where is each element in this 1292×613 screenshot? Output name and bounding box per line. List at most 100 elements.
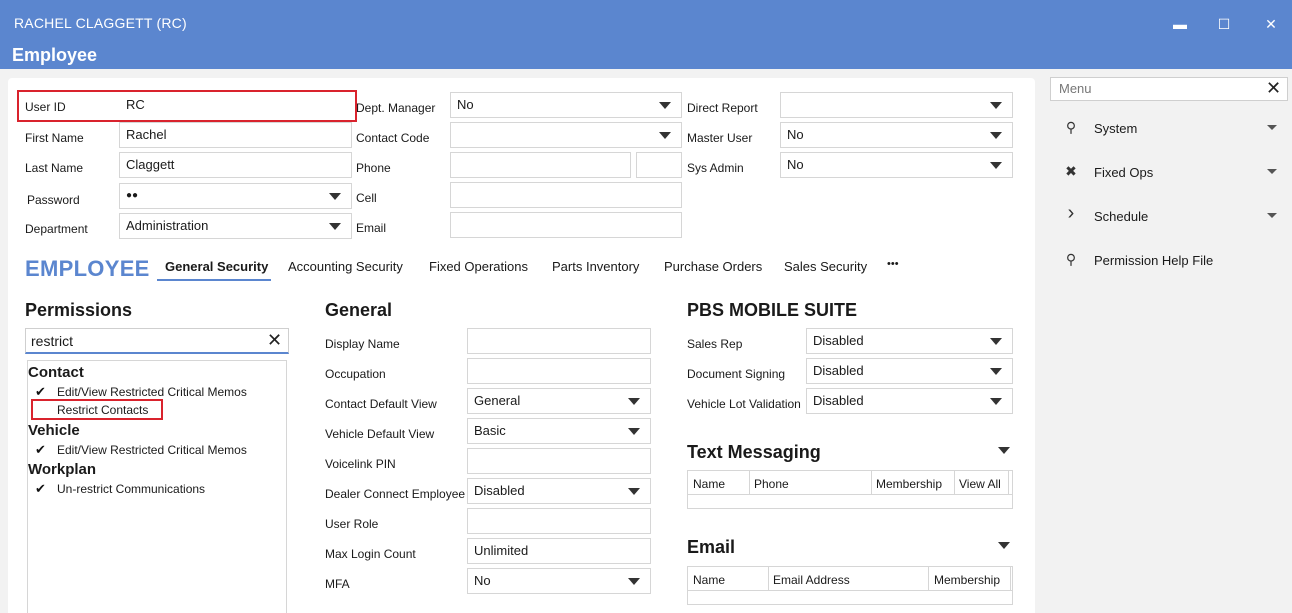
menu-item-schedule[interactable]: Schedule [1094,209,1148,224]
direct-report-select[interactable] [780,92,1013,118]
password-label: Password [27,193,80,207]
user-role-field[interactable] [467,508,651,534]
side-menu-panel [1048,78,1292,613]
department-select[interactable]: Administration [119,213,352,239]
phone-field[interactable] [450,152,631,178]
max-login-count-field[interactable]: Unlimited [467,538,651,564]
clear-search-icon[interactable]: ✕ [267,330,282,351]
contact-default-view-label: Contact Default View [325,397,437,411]
email-collapse-icon[interactable] [998,542,1010,549]
tab-accounting-security[interactable]: Accounting Security [288,259,403,274]
cell-label: Cell [356,191,377,205]
occupation-field[interactable] [467,358,651,384]
close-window-button[interactable]: ✕ [1261,14,1281,34]
user-key-icon: ⚲ [1065,251,1077,267]
master-user-select[interactable]: No [780,122,1013,148]
dept-manager-label: Dept. Manager [356,101,436,115]
master-user-label: Master User [687,131,753,145]
vehicle-default-view-select[interactable]: Basic [467,418,651,444]
dept-manager-select[interactable]: No [450,92,682,118]
cell-field[interactable] [450,182,682,208]
permission-group-vehicle: Vehicle [28,422,80,439]
general-title: General [325,300,393,320]
email-grid-header: Name Email Address Membership [687,566,1013,591]
menu-item-system[interactable]: System [1094,121,1137,136]
mfa-label: MFA [325,577,350,591]
page-title: Employee [12,45,98,65]
direct-report-label: Direct Report [687,101,758,115]
tab-parts-inventory[interactable]: Parts Inventory [552,259,639,274]
column-header-view-all[interactable]: View All [959,477,1001,491]
column-header-email-address[interactable]: Email Address [773,573,850,587]
sales-rep-label: Sales Rep [687,337,743,351]
menu-search-input[interactable]: Menu [1050,77,1288,101]
menu-clear-icon[interactable]: ✕ [1266,78,1281,99]
tools-icon: ✖ [1065,163,1077,179]
vehicle-lot-validation-select[interactable]: Disabled [806,388,1013,414]
checkmark-icon[interactable]: ✔ [35,481,46,497]
display-name-label: Display Name [325,337,400,351]
title-bar: RACHEL CLAGGETT (RC) Employee ▬ ☐ ✕ [0,0,1292,69]
checkmark-icon[interactable]: ✔ [35,442,46,458]
user-role-label: User Role [325,517,379,531]
text-messaging-collapse-icon[interactable] [998,447,1010,454]
voicelink-pin-field[interactable] [467,448,651,474]
column-header-phone[interactable]: Phone [754,477,789,491]
tab-purchase-orders[interactable]: Purchase Orders [664,259,762,274]
sys-admin-label: Sys Admin [687,161,744,175]
contact-default-view-select[interactable]: General [467,388,651,414]
more-tabs-icon[interactable]: ••• [887,258,899,270]
display-name-field[interactable] [467,328,651,354]
permission-group-workplan: Workplan [28,461,97,478]
email-section-title: Email [687,537,736,557]
chevron-down-icon[interactable] [1267,213,1277,218]
occupation-label: Occupation [325,367,386,381]
document-signing-select[interactable]: Disabled [806,358,1013,384]
column-header-name[interactable]: Name [693,477,725,491]
chevron-right-icon: › [1067,202,1075,224]
sys-admin-select[interactable]: No [780,152,1013,178]
chevron-down-icon[interactable] [1267,125,1277,130]
permissions-search-input[interactable]: restrict [25,328,289,354]
password-field[interactable]: ●● [119,183,352,209]
minimize-button[interactable]: ▬ [1170,14,1190,34]
user-key-icon: ⚲ [1065,119,1077,135]
last-name-field[interactable]: Claggett [119,152,352,178]
column-header-name[interactable]: Name [693,573,725,587]
mobile-suite-title: PBS MOBILE SUITE [687,300,858,320]
tab-general-security[interactable]: General Security [165,259,268,274]
tab-sales-security[interactable]: Sales Security [784,259,867,274]
document-signing-label: Document Signing [687,367,786,381]
phone-label: Phone [356,161,391,175]
permissions-title: Permissions [25,300,133,320]
first-name-label: First Name [25,131,84,145]
mfa-select[interactable]: No [467,568,651,594]
permission-item[interactable]: Edit/View Restricted Critical Memos [57,443,247,457]
permission-item[interactable]: Edit/View Restricted Critical Memos [57,385,247,399]
column-header-membership[interactable]: Membership [934,573,1000,587]
tab-fixed-operations[interactable]: Fixed Operations [429,259,528,274]
column-header-membership[interactable]: Membership [876,477,942,491]
sales-rep-select[interactable]: Disabled [806,328,1013,354]
highlight-user-id [17,90,357,122]
contact-code-select[interactable] [450,122,682,148]
email-grid-body [687,591,1013,605]
vehicle-lot-validation-label: Vehicle Lot Validation [687,397,801,411]
permission-item[interactable]: Un-restrict Communications [57,482,205,496]
menu-item-permission-help-file[interactable]: Permission Help File [1094,253,1213,268]
text-messaging-grid-body [687,495,1013,509]
section-title: EMPLOYEE [25,256,150,281]
department-label: Department [25,222,88,236]
dealer-connect-select[interactable]: Disabled [467,478,651,504]
menu-item-fixed-ops[interactable]: Fixed Ops [1094,165,1153,180]
checkmark-icon[interactable]: ✔ [35,384,46,400]
chevron-down-icon[interactable] [1267,169,1277,174]
dealer-connect-label: Dealer Connect Employee [325,487,466,501]
maximize-button[interactable]: ☐ [1214,14,1234,34]
contact-code-label: Contact Code [356,131,430,145]
email-field[interactable] [450,212,682,238]
phone-ext-field[interactable] [636,152,682,178]
text-messaging-title: Text Messaging [687,442,821,462]
window-title: RACHEL CLAGGETT (RC) [14,15,187,31]
first-name-field[interactable]: Rachel [119,122,352,148]
